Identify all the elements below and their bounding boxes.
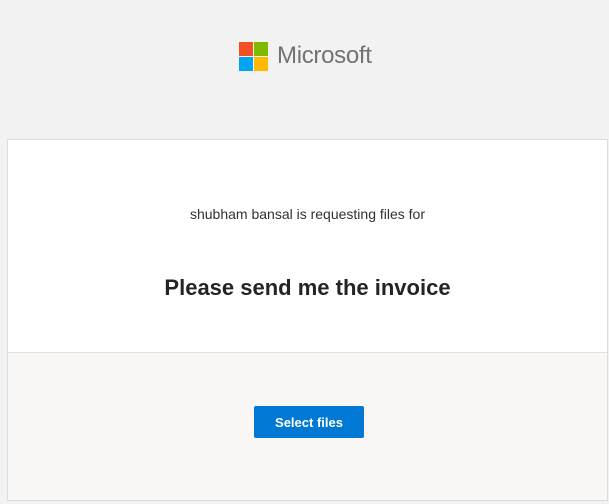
logo-square-red [239,41,253,56]
brand-name: Microsoft [277,42,372,69]
logo-square-yellow [254,56,268,71]
microsoft-logo-icon [239,41,268,71]
request-title: Please send me the invoice [164,275,451,300]
request-info-section: shubham bansal is requesting files for P… [8,140,607,353]
logo-square-green [254,41,268,56]
microsoft-logo: Microsoft [239,41,372,71]
select-files-button[interactable]: Select files [254,406,364,438]
requester-text: shubham bansal is requesting files for [189,206,426,222]
logo-square-blue [239,56,253,71]
file-request-card: shubham bansal is requesting files for P… [7,139,608,501]
action-section: Select files [8,353,607,500]
page-header: Microsoft [0,0,609,139]
